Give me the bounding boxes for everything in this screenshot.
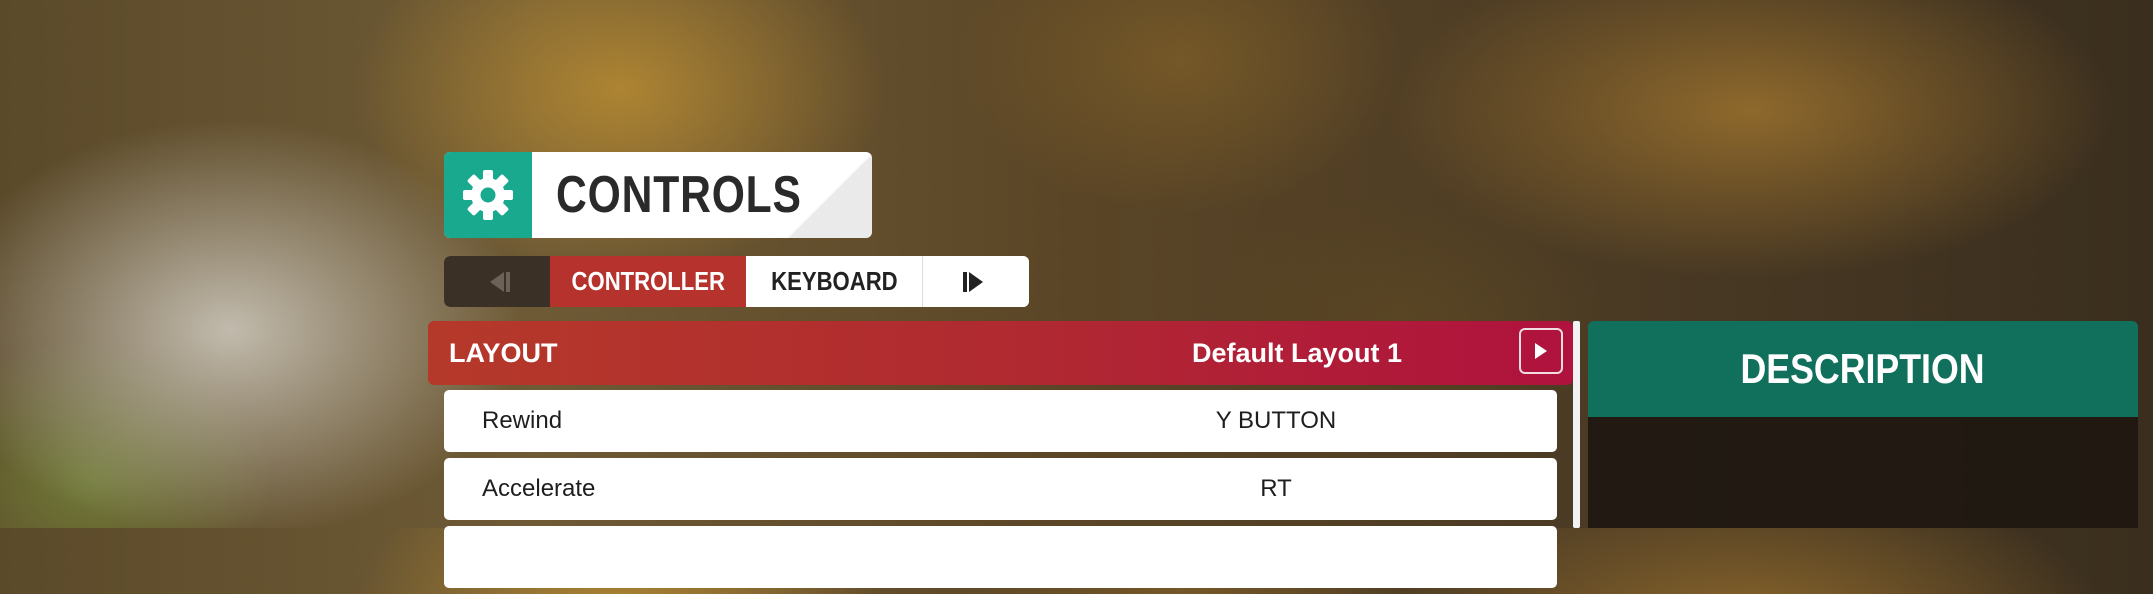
- layout-selector[interactable]: LAYOUT Default Layout 1: [428, 321, 1573, 385]
- tab-next-button[interactable]: [923, 256, 1029, 307]
- bindings-list: Rewind Y BUTTON Accelerate RT: [444, 390, 1557, 594]
- tab-keyboard[interactable]: KEYBOARD: [746, 256, 923, 307]
- layout-next-button[interactable]: [1519, 328, 1563, 374]
- tab-keyboard-label: KEYBOARD: [770, 266, 898, 296]
- description-panel: [1588, 417, 2138, 528]
- binding-row-partial[interactable]: [444, 526, 1557, 588]
- binding-action: Rewind: [482, 407, 563, 434]
- gear-icon: [444, 152, 532, 238]
- description-header: DESCRIPTION: [1588, 321, 2138, 417]
- tab-controller[interactable]: CONTROLLER: [550, 256, 746, 307]
- scrollbar[interactable]: [1573, 321, 1580, 528]
- tab-prev-button[interactable]: [444, 256, 550, 307]
- tab-bar: CONTROLLER KEYBOARD: [444, 256, 1029, 307]
- page-title: CONTROLS: [556, 166, 802, 224]
- binding-key: RT: [1260, 475, 1292, 502]
- description-title: DESCRIPTION: [1741, 345, 1985, 392]
- layout-value: Default Layout 1: [1192, 337, 1403, 368]
- page-title-card: CONTROLS: [444, 152, 872, 238]
- tab-prev-icon: [490, 271, 510, 292]
- binding-row-accelerate[interactable]: Accelerate RT: [444, 458, 1557, 520]
- binding-key: Y BUTTON: [1215, 407, 1337, 434]
- binding-action: Accelerate: [482, 475, 596, 502]
- tab-next-icon: [963, 271, 983, 292]
- binding-row-rewind[interactable]: Rewind Y BUTTON: [444, 390, 1557, 452]
- tab-controller-label: CONTROLLER: [571, 266, 725, 296]
- play-arrow-icon: [1535, 343, 1547, 359]
- layout-label: LAYOUT: [449, 337, 558, 368]
